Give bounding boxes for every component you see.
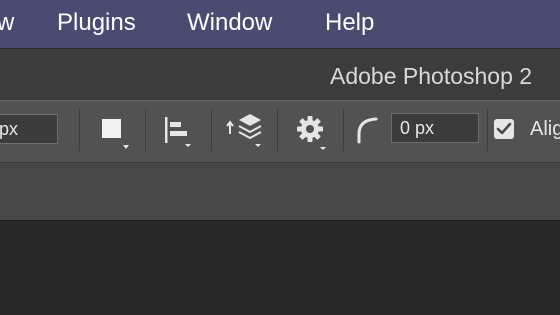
menu-item-plugins[interactable]: Plugins	[57, 9, 136, 37]
fill-swatch-icon[interactable]	[102, 119, 122, 139]
canvas-workspace	[0, 220, 560, 315]
menu-item-help[interactable]: Help	[325, 9, 374, 37]
menu-bar: w Plugins Window Help	[0, 0, 560, 48]
radius-input[interactable]: 0 px	[391, 113, 479, 143]
separator	[277, 109, 278, 151]
settings-gear-icon[interactable]	[296, 116, 330, 150]
separator	[79, 109, 80, 151]
menu-item-view[interactable]: w	[0, 9, 14, 37]
menu-item-window[interactable]: Window	[187, 9, 272, 37]
window-title: Adobe Photoshop 2	[330, 63, 533, 89]
corner-radius-icon	[356, 116, 384, 144]
chevron-down-icon	[123, 145, 129, 149]
separator	[145, 109, 146, 151]
path-arrangement-icon[interactable]	[225, 112, 265, 150]
separator	[487, 109, 488, 151]
align-edges-label: Alig	[530, 118, 560, 140]
separator	[211, 109, 212, 151]
path-alignment-icon[interactable]	[164, 116, 192, 148]
width-input[interactable]: px	[0, 114, 58, 144]
separator	[343, 109, 344, 151]
panel-bar	[0, 162, 560, 220]
align-edges-checkbox[interactable]	[494, 119, 514, 139]
